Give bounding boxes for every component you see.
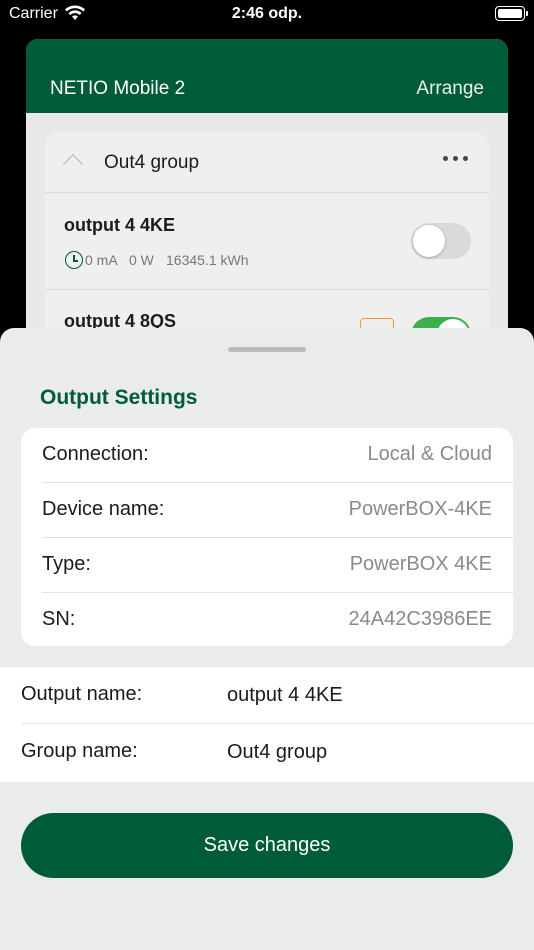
output-current: 0 mA bbox=[85, 252, 118, 268]
info-label: Type: bbox=[42, 553, 91, 575]
save-changes-button[interactable]: Save changes bbox=[21, 813, 513, 878]
group-header[interactable]: Out4 group bbox=[45, 132, 489, 193]
app-title: NETIO Mobile 2 bbox=[50, 78, 186, 99]
info-row-sn: SN: 24A42C3986EE bbox=[21, 593, 513, 646]
info-label: SN: bbox=[42, 608, 76, 630]
arrange-button[interactable]: Arrange bbox=[416, 78, 484, 100]
more-dots-icon[interactable] bbox=[443, 155, 469, 163]
battery-icon bbox=[495, 6, 528, 21]
info-value: PowerBOX 4KE bbox=[349, 553, 492, 575]
sheet-grabber-handle[interactable] bbox=[228, 347, 306, 352]
info-value: PowerBOX-4KE bbox=[348, 498, 492, 520]
output-toggle[interactable] bbox=[411, 223, 471, 259]
info-label: Device name: bbox=[42, 498, 165, 520]
output-settings-sheet: Output Settings Connection: Local & Clou… bbox=[0, 328, 534, 950]
info-value: 24A42C3986EE bbox=[348, 608, 492, 630]
info-label: Connection: bbox=[42, 443, 149, 465]
device-info-card: Connection: Local & Cloud Device name: P… bbox=[21, 428, 513, 646]
output-name-label: Output name: bbox=[21, 683, 143, 705]
edit-section: Output name: Group name: bbox=[0, 667, 534, 782]
sheet-title: Output Settings bbox=[40, 386, 198, 409]
group-name-input[interactable] bbox=[227, 734, 517, 770]
group-title: Out4 group bbox=[104, 152, 200, 173]
output-power: 0 W bbox=[129, 252, 154, 268]
status-bar: Carrier 2:46 odp. bbox=[0, 0, 534, 30]
group-name-row: Group name: bbox=[0, 724, 534, 781]
info-row-device-name: Device name: PowerBOX-4KE bbox=[21, 483, 513, 538]
chevron-up-icon[interactable] bbox=[63, 154, 83, 174]
clock-icon bbox=[65, 251, 83, 269]
output-name: output 4 4KE bbox=[64, 215, 175, 235]
output-row[interactable]: output 4 4KE 0 mA 0 W 16345.1 kWh bbox=[45, 193, 489, 290]
output-name-input[interactable] bbox=[227, 677, 517, 713]
app-header: NETIO Mobile 2 Arrange bbox=[26, 39, 508, 113]
output-name-row: Output name: bbox=[0, 667, 534, 724]
clock-time: 2:46 odp. bbox=[231, 5, 303, 22]
output-energy: 16345.1 kWh bbox=[166, 252, 249, 268]
group-name-label: Group name: bbox=[21, 740, 138, 762]
info-row-type: Type: PowerBOX 4KE bbox=[21, 538, 513, 593]
info-row-connection: Connection: Local & Cloud bbox=[21, 428, 513, 483]
info-value: Local & Cloud bbox=[367, 443, 492, 465]
